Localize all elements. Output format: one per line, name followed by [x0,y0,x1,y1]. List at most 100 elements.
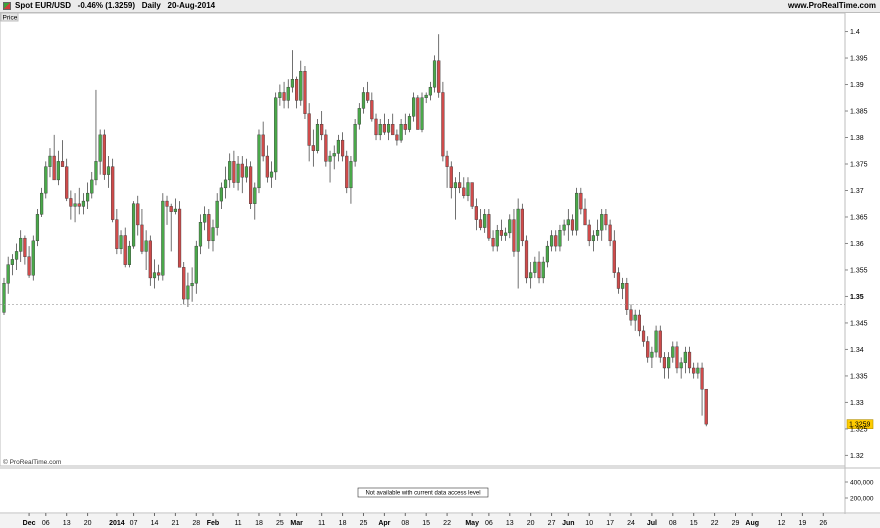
candle-down[interactable] [27,256,31,276]
candle-up[interactable] [31,240,35,276]
candle-down[interactable] [395,134,399,141]
candle-up[interactable] [48,155,52,167]
candle-down[interactable] [512,219,516,252]
candle-up[interactable] [223,179,228,189]
candle-up[interactable] [81,200,86,207]
candle-down[interactable] [524,240,529,279]
candle-down[interactable] [416,97,420,130]
candle-down[interactable] [629,309,633,321]
candle-up[interactable] [696,367,700,374]
candle-down[interactable] [687,351,692,369]
candle-up[interactable] [671,346,675,358]
candle-down[interactable] [295,79,299,101]
candle-up[interactable] [453,182,458,189]
candle-up[interactable] [119,235,123,249]
candle-up[interactable] [144,240,148,252]
candle-down[interactable] [658,330,662,358]
candle-up[interactable] [6,264,10,284]
candle-down[interactable] [23,237,27,257]
candle-up[interactable] [35,214,40,242]
candle-down[interactable] [366,92,370,101]
candle-up[interactable] [315,124,320,151]
candle-down[interactable] [470,182,474,207]
candle-down[interactable] [232,161,236,183]
candle-down[interactable] [491,237,495,247]
candle-up[interactable] [353,124,357,162]
candle-down[interactable] [249,166,253,204]
candle-up[interactable] [40,192,44,215]
candle-down[interactable] [177,208,182,268]
candle-down[interactable] [391,124,395,136]
candle-up[interactable] [529,272,533,279]
candle-down[interactable] [616,272,621,289]
candle-up[interactable] [131,203,136,247]
candle-up[interactable] [562,224,566,231]
candle-up[interactable] [236,163,240,183]
candle-up[interactable] [161,200,165,276]
candle-up[interactable] [591,235,595,242]
candle-up[interactable] [357,108,361,125]
candle-up[interactable] [203,214,207,223]
candle-down[interactable] [625,283,629,310]
candle-down[interactable] [207,214,211,242]
candle-down[interactable] [579,192,583,210]
candle-up[interactable] [633,314,637,321]
candle-up[interactable] [127,245,131,265]
candle-down[interactable] [169,206,173,212]
candle-down[interactable] [641,330,646,342]
candle-up[interactable] [198,222,203,247]
candle-up[interactable] [483,214,487,228]
candle-down[interactable] [77,203,81,207]
candle-up[interactable] [73,203,77,207]
candle-up[interactable] [215,200,219,228]
candle-up[interactable] [386,124,391,133]
candle-up[interactable] [290,79,295,88]
candle-down[interactable] [449,166,453,189]
candle-up[interactable] [336,139,340,154]
candle-up[interactable] [378,124,382,136]
candle-up[interactable] [257,134,261,189]
candle-up[interactable] [361,92,366,109]
candle-down[interactable] [675,346,679,369]
candle-up[interactable] [98,134,102,162]
candle-down[interactable] [704,388,708,425]
candle-up[interactable] [269,171,274,178]
candle-up[interactable] [399,124,403,141]
candle-up[interactable] [600,214,604,231]
candle-down[interactable] [370,100,374,120]
candle-up[interactable] [2,283,6,313]
candle-down[interactable] [382,124,386,133]
candle-down[interactable] [441,92,445,157]
candle-up[interactable] [407,116,412,130]
candle-up[interactable] [194,245,198,284]
candle-up[interactable] [44,166,48,194]
candle-down[interactable] [345,155,349,189]
candle-down[interactable] [458,182,462,189]
candle-up[interactable] [683,351,687,363]
candle-up[interactable] [10,259,14,265]
candle-down[interactable] [265,155,269,178]
candle-down[interactable] [478,219,483,228]
candle-down[interactable] [445,155,449,167]
candle-up[interactable] [466,182,470,196]
candle-down[interactable] [324,134,328,162]
candle-down[interactable] [261,134,265,157]
candle-down[interactable] [102,134,106,175]
candle-up[interactable] [211,227,215,242]
candle-down[interactable] [537,261,541,279]
candle-up[interactable] [56,161,60,181]
candle-up[interactable] [533,261,537,273]
candle-down[interactable] [646,341,650,358]
candle-down[interactable] [303,71,307,114]
candle-down[interactable] [307,113,311,146]
candle-up[interactable] [412,97,416,117]
candle-down[interactable] [474,206,478,220]
candle-up[interactable] [106,166,111,175]
candle-up[interactable] [667,357,671,369]
candle-down[interactable] [570,219,575,231]
candle-down[interactable] [437,60,441,93]
candle-down[interactable] [140,224,144,252]
candle-down[interactable] [462,187,466,196]
candle-up[interactable] [508,219,512,234]
candle-down[interactable] [583,208,587,226]
